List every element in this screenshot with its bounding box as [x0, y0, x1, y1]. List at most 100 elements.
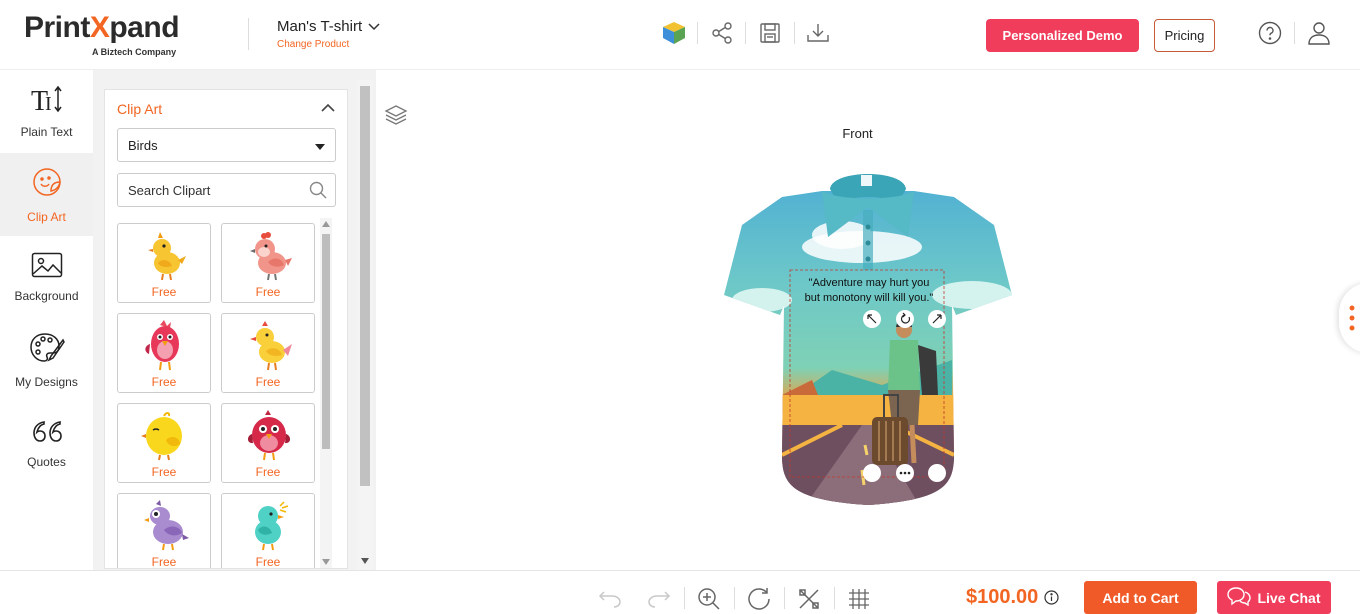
header-divider: [1294, 22, 1295, 44]
image-icon: [31, 252, 63, 283]
undo-icon[interactable]: [597, 586, 623, 612]
clipart-card[interactable]: Free: [117, 223, 211, 303]
user-icon[interactable]: [1306, 20, 1332, 46]
purple-bird-icon: [140, 500, 190, 552]
teal-bird-icon: [244, 500, 294, 552]
clipart-card[interactable]: Free: [117, 493, 211, 568]
clipart-card[interactable]: Free: [117, 403, 211, 483]
clipart-grid: Free Free Free Free Free Free Free Free: [117, 223, 315, 568]
category-select[interactable]: Birds: [117, 128, 336, 162]
quote-icon: [31, 418, 63, 449]
redo-icon[interactable]: [646, 586, 672, 612]
sidebar-item-my-designs[interactable]: My Designs: [0, 319, 93, 402]
clipart-card[interactable]: Free: [221, 403, 315, 483]
clipart-card[interactable]: Free: [221, 223, 315, 303]
layers-icon[interactable]: [384, 104, 408, 133]
save-icon[interactable]: [757, 20, 783, 46]
3d-cube-icon[interactable]: [661, 20, 687, 46]
clipart-price-label: Free: [151, 375, 177, 389]
panel-scrollbar-thumb[interactable]: [360, 86, 370, 486]
reset-icon[interactable]: [746, 586, 772, 612]
side-drawer-handle[interactable]: [1339, 283, 1360, 353]
svg-text:I: I: [45, 93, 52, 114]
clipart-price-label: Free: [255, 555, 281, 568]
clipart-price-label: Free: [255, 375, 281, 389]
grid-icon[interactable]: [846, 586, 872, 612]
sidebar-item-quotes[interactable]: Quotes: [0, 402, 93, 485]
scroll-up-arrow-icon[interactable]: [322, 221, 330, 227]
clipart-card[interactable]: Free: [117, 313, 211, 393]
sidebar-item-label: Quotes: [27, 455, 66, 469]
logo-wordmark: PrintXpand: [24, 11, 180, 44]
clipart-price-label: Free: [255, 285, 281, 299]
total-price: $100.00: [966, 586, 1039, 608]
clipart-scrollbar-thumb[interactable]: [322, 234, 330, 449]
sidebar-item-label: Clip Art: [27, 210, 66, 224]
clipart-card[interactable]: Free: [221, 313, 315, 393]
caret-down-icon: [315, 138, 325, 153]
clipart-price-label: Free: [151, 465, 177, 479]
product-name-dropdown[interactable]: Man's T-shirt: [277, 18, 380, 35]
personalized-demo-button[interactable]: Personalized Demo: [986, 19, 1139, 52]
add-to-cart-button[interactable]: Add to Cart: [1084, 581, 1197, 614]
help-icon[interactable]: [1257, 20, 1283, 46]
more-vertical-icon: [1349, 305, 1355, 331]
yellow-chick-icon: [140, 230, 190, 282]
bottom-toolbar: $100.00 Add to Cart Live Chat: [0, 570, 1360, 614]
quote-line: but monotony will kill you.": [804, 292, 934, 304]
toolbar-divider: [684, 587, 685, 609]
design-quote-text[interactable]: "Adventure may hurt you but monotony wil…: [795, 276, 943, 306]
clipart-card[interactable]: Free: [221, 493, 315, 568]
scroll-down-arrow-icon[interactable]: [322, 559, 330, 565]
red-bird-icon: [140, 320, 190, 372]
scroll-down-arrow-icon[interactable]: [361, 558, 369, 564]
palette-icon: [29, 332, 65, 369]
round-red-bird-icon: [244, 410, 294, 462]
header-divider: [248, 18, 249, 50]
logo[interactable]: PrintXpand A Biztech Company: [24, 11, 180, 58]
live-chat-button[interactable]: Live Chat: [1217, 581, 1331, 614]
product-selector[interactable]: Man's T-shirt Change Product: [277, 18, 380, 50]
clipart-price-label: Free: [151, 285, 177, 299]
toolbar-divider: [784, 587, 785, 609]
sidebar-item-label: Plain Text: [20, 125, 73, 139]
product-name: Man's T-shirt: [277, 18, 363, 35]
category-select-value: Birds: [128, 137, 158, 153]
zoom-in-icon[interactable]: [696, 586, 722, 612]
logo-tagline: A Biztech Company: [92, 47, 177, 57]
panel-scrollbar[interactable]: [357, 80, 373, 570]
tools-icon[interactable]: [796, 586, 822, 612]
sidebar-item-plain-text[interactable]: TI Plain Text: [0, 70, 93, 153]
change-product-link[interactable]: Change Product: [277, 39, 380, 50]
clipart-panel-title: Clip Art: [117, 101, 163, 117]
header-divider: [745, 22, 746, 44]
clipart-price-label: Free: [151, 555, 177, 568]
pricing-button[interactable]: Pricing: [1154, 19, 1215, 52]
chevron-down-icon: [368, 18, 380, 35]
search-icon[interactable]: [309, 181, 327, 204]
clipart-price-label: Free: [255, 465, 281, 479]
download-icon[interactable]: [805, 20, 831, 46]
toolbar-divider: [734, 587, 735, 609]
sidebar-item-label: My Designs: [15, 375, 78, 389]
quote-line: "Adventure may hurt you: [808, 277, 930, 289]
live-chat-label: Live Chat: [1257, 589, 1321, 606]
info-icon[interactable]: [1044, 590, 1059, 610]
sidebar-item-background[interactable]: Background: [0, 236, 93, 319]
clipart-search-input[interactable]: [118, 174, 298, 206]
yellow-bird-icon: [244, 320, 294, 372]
sidebar-item-clip-art[interactable]: Clip Art: [0, 153, 93, 236]
chevron-up-icon[interactable]: [321, 100, 335, 118]
tshirt-preview[interactable]: [722, 155, 1014, 515]
clipart-scrollbar[interactable]: [320, 218, 332, 568]
top-header: PrintXpand A Biztech Company Man's T-shi…: [0, 0, 1360, 70]
sidebar-item-label: Background: [14, 289, 79, 303]
header-divider: [794, 22, 795, 44]
text-size-icon: TI: [30, 84, 64, 119]
share-icon[interactable]: [709, 20, 735, 46]
clipart-panel: Clip Art Birds Free Free: [104, 89, 348, 569]
round-yellow-bird-icon: [140, 410, 190, 462]
clipart-search: [117, 173, 336, 207]
view-label: Front: [842, 126, 873, 141]
toolbar-divider: [834, 587, 835, 609]
